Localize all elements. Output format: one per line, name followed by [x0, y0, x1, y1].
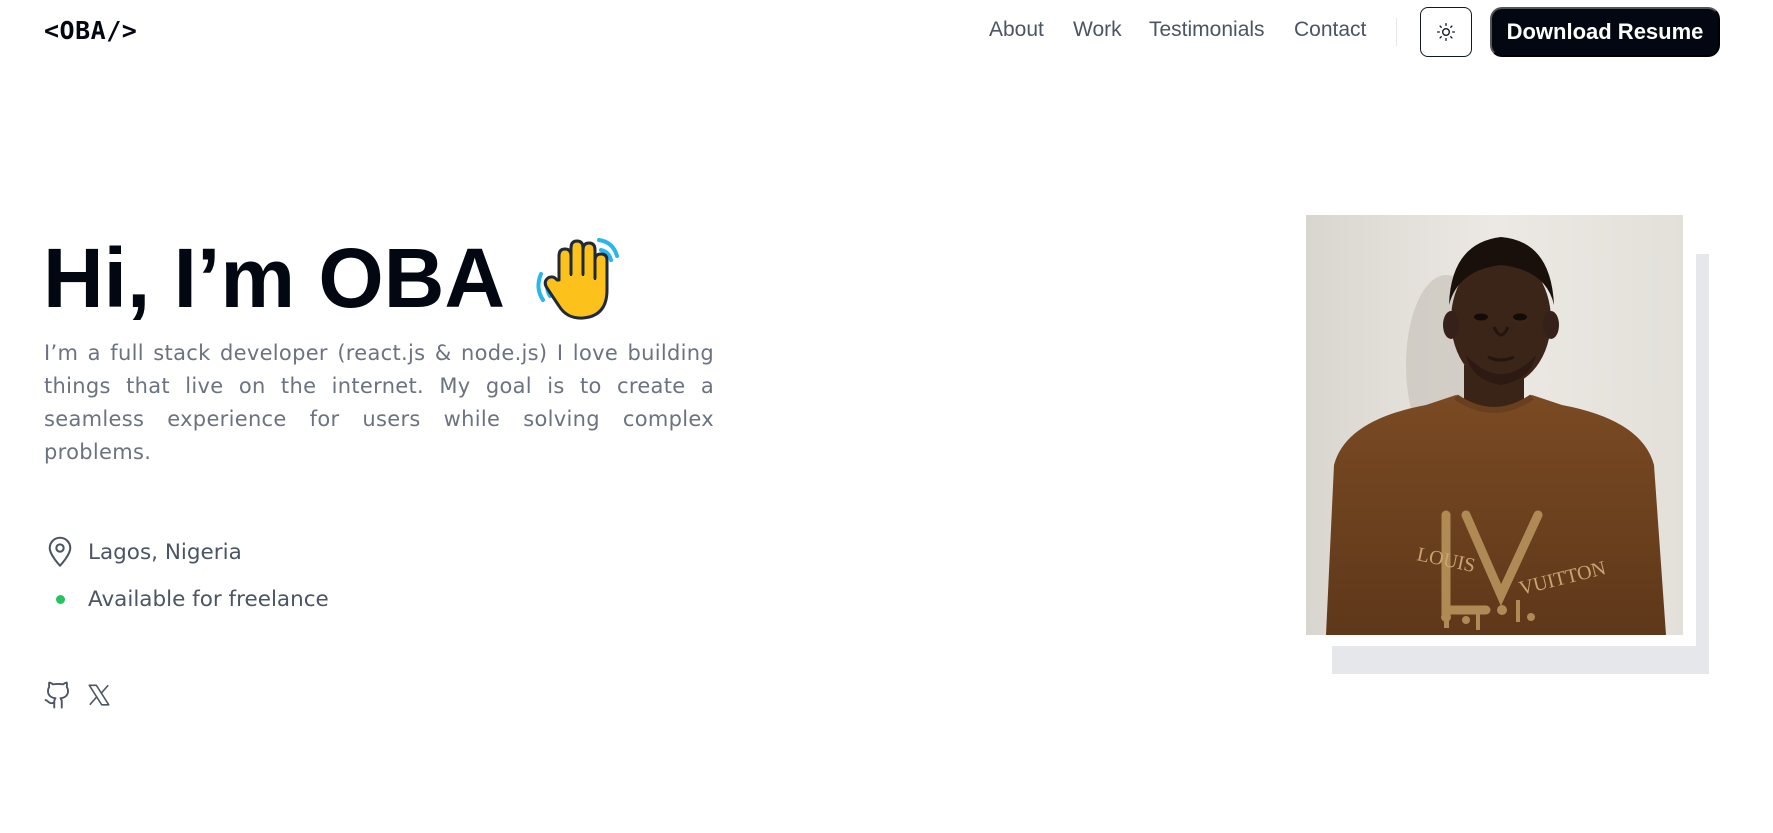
- site-logo[interactable]: <OBA/>: [44, 16, 137, 45]
- download-resume-button[interactable]: Download Resume: [1490, 7, 1720, 57]
- github-link[interactable]: [43, 680, 73, 710]
- x-twitter-icon: [88, 684, 110, 706]
- hero-heading: Hi, I’m OBA: [43, 228, 625, 328]
- availability-text: Available for freelance: [88, 586, 329, 612]
- waving-hand-icon: [536, 238, 620, 320]
- status-dot: [44, 583, 76, 615]
- profile-photo: LOUIS VUITTON: [1306, 215, 1683, 635]
- github-icon: [44, 681, 69, 709]
- theme-toggle-button[interactable]: [1420, 7, 1472, 57]
- map-pin-icon: [44, 536, 76, 568]
- nav-work[interactable]: Work: [1073, 18, 1122, 42]
- nav-divider: [1396, 18, 1397, 46]
- location-text: Lagos, Nigeria: [88, 539, 242, 565]
- availability-row: Available for freelance: [44, 583, 329, 615]
- sun-icon: [1437, 23, 1455, 41]
- site-header: <OBA/> About Work Testimonials Contact D…: [0, 0, 1773, 64]
- hero-description: I’m a full stack developer (react.js & n…: [44, 341, 714, 464]
- nav-contact[interactable]: Contact: [1294, 18, 1366, 42]
- hero-title-text: Hi, I’m OBA: [43, 231, 506, 325]
- nav-about[interactable]: About: [989, 18, 1044, 42]
- location-row: Lagos, Nigeria: [44, 536, 242, 568]
- x-twitter-link[interactable]: [84, 680, 114, 710]
- nav-testimonials[interactable]: Testimonials: [1149, 18, 1265, 42]
